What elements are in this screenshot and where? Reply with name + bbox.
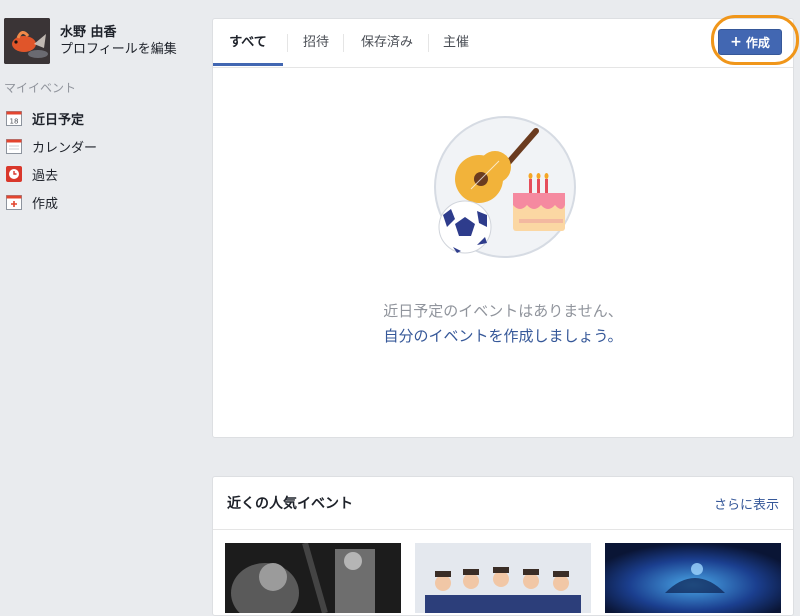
popular-events-title: 近くの人気イベント xyxy=(227,496,353,512)
sidebar-item-calendar[interactable]: カレンダー xyxy=(6,132,196,160)
sidebar-item-label: 過去 xyxy=(32,168,59,184)
create-own-event-link[interactable]: 自分のイベントを作成しましょう。 xyxy=(213,324,793,349)
tab-divider xyxy=(343,34,344,52)
events-card: すべて 招待 保存済み 主催 + 作成 近日予定のイベントはありません、 自分の… xyxy=(212,15,799,438)
sidebar-item-label: 作成 xyxy=(32,196,59,212)
tab-saved[interactable]: 保存済み xyxy=(347,19,427,66)
my-events-heading: マイイベント xyxy=(4,81,77,95)
popular-events-header: 近くの人気イベント さらに表示 xyxy=(213,477,793,530)
sidebar-item-past[interactable]: 過去 xyxy=(6,160,196,188)
profile-name[interactable]: 水野 由香 xyxy=(60,24,177,41)
sidebar-item-label: カレンダー xyxy=(32,140,98,156)
edit-profile-link[interactable]: プロフィールを編集 xyxy=(60,41,177,58)
empty-state-illustration xyxy=(433,115,577,259)
tab-invites[interactable]: 招待 xyxy=(291,19,341,66)
event-thumbnail[interactable] xyxy=(225,543,401,613)
event-thumbnail[interactable] xyxy=(605,543,781,613)
popular-events-card: 近くの人気イベント さらに表示 xyxy=(212,476,794,616)
soccer-ball-icon xyxy=(438,200,492,254)
sidebar-item-upcoming[interactable]: 18 近日予定 xyxy=(6,104,196,132)
sidebar-item-label: 近日予定 xyxy=(32,112,85,128)
tab-all[interactable]: すべて xyxy=(213,19,283,66)
events-tabs: すべて 招待 保存済み 主催 + 作成 xyxy=(213,15,799,68)
events-nav: 18 近日予定 カレンダー 過去 作成 xyxy=(6,104,196,216)
add-event-icon xyxy=(6,194,22,210)
left-sidebar: 水野 由香 プロフィールを編集 マイイベント 18 近日予定 カレンダー 過去 … xyxy=(0,0,200,600)
profile-block[interactable]: 水野 由香 プロフィールを編集 xyxy=(4,18,177,64)
create-button-label: 作成 xyxy=(745,35,770,50)
calendar-day-icon: 18 xyxy=(6,110,22,126)
sidebar-item-create[interactable]: 作成 xyxy=(6,188,196,216)
calendar-icon xyxy=(6,138,22,154)
tab-divider xyxy=(287,34,288,52)
plus-icon: + xyxy=(730,34,742,50)
empty-state-text: 近日予定のイベントはありません、 xyxy=(383,302,623,320)
tab-hosting[interactable]: 主催 xyxy=(431,19,481,66)
clock-icon xyxy=(6,166,22,182)
avatar[interactable] xyxy=(4,18,50,64)
event-thumbnail[interactable] xyxy=(415,543,591,613)
calendar-day-number: 18 xyxy=(10,118,19,126)
tab-divider xyxy=(428,34,429,52)
see-more-link[interactable]: さらに表示 xyxy=(714,494,779,513)
empty-state-message: 近日予定のイベントはありません、 自分のイベントを作成しましょう。 xyxy=(213,299,793,349)
create-event-button[interactable]: + 作成 xyxy=(718,29,782,55)
